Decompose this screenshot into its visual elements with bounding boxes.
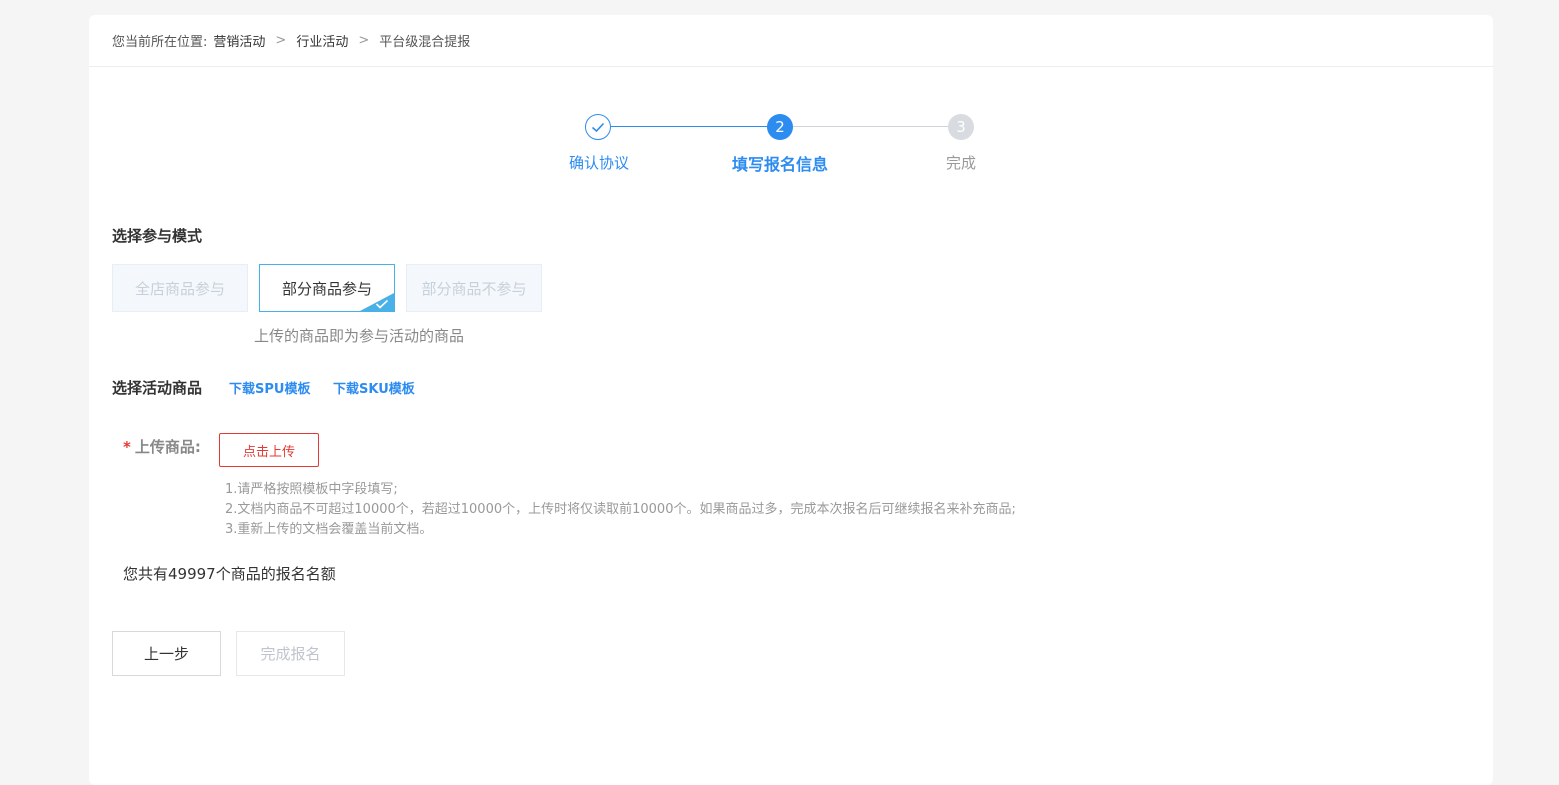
mode-option-all[interactable]: 全店商品参与 (112, 264, 248, 312)
progress-steps: 2 3 确认协议 填写报名信息 完成 (89, 15, 1493, 215)
step-3-circle: 3 (948, 114, 974, 140)
upload-tips: 1.请严格按照模板中字段填写; 2.文档内商品不可超过10000个，若超过100… (225, 480, 1016, 540)
download-sku-template-link[interactable]: 下载SKU模板 (333, 378, 415, 397)
step-1-circle (585, 114, 611, 140)
check-icon (375, 299, 389, 309)
mode-description: 上传的商品即为参与活动的商品 (254, 327, 465, 345)
required-mark: * (123, 438, 131, 456)
tip-line: 2.文档内商品不可超过10000个，若超过10000个，上传时将仅读取前1000… (225, 502, 1016, 517)
finish-signup-button[interactable]: 完成报名 (236, 631, 345, 676)
tip-line: 3.重新上传的文档会覆盖当前文档。 (225, 522, 433, 537)
quota-text: 您共有49997个商品的报名名额 (123, 565, 336, 583)
mode-option-exclude[interactable]: 部分商品不参与 (406, 264, 542, 312)
step-connector-todo (793, 126, 950, 127)
upload-label-text: 上传商品: (134, 438, 201, 456)
step-2-circle: 2 (767, 114, 793, 140)
mode-section-title: 选择参与模式 (112, 227, 203, 245)
mode-option-label: 部分商品参与 (281, 279, 372, 298)
upload-goods-label: * 上传商品: (123, 436, 201, 457)
mode-option-label: 全店商品参与 (134, 279, 225, 298)
step-1-label: 确认协议 (568, 154, 630, 172)
check-icon (591, 122, 605, 132)
goods-section-title: 选择活动商品 (112, 379, 203, 397)
step-connector-done (611, 126, 768, 127)
mode-option-partial[interactable]: 部分商品参与 (259, 264, 395, 312)
download-spu-template-link[interactable]: 下载SPU模板 (229, 378, 310, 397)
prev-step-button[interactable]: 上一步 (112, 631, 221, 676)
upload-button[interactable]: 点击上传 (219, 433, 319, 467)
mode-option-label: 部分商品不参与 (421, 279, 527, 298)
step-2-label: 填写报名信息 (731, 155, 829, 174)
tip-line: 1.请严格按照模板中字段填写; (225, 482, 398, 497)
main-card: 您当前所在位置: 营销活动 > 行业活动 > 平台级混合提报 2 3 确认协议 … (89, 15, 1493, 785)
step-3-label: 完成 (945, 154, 977, 172)
